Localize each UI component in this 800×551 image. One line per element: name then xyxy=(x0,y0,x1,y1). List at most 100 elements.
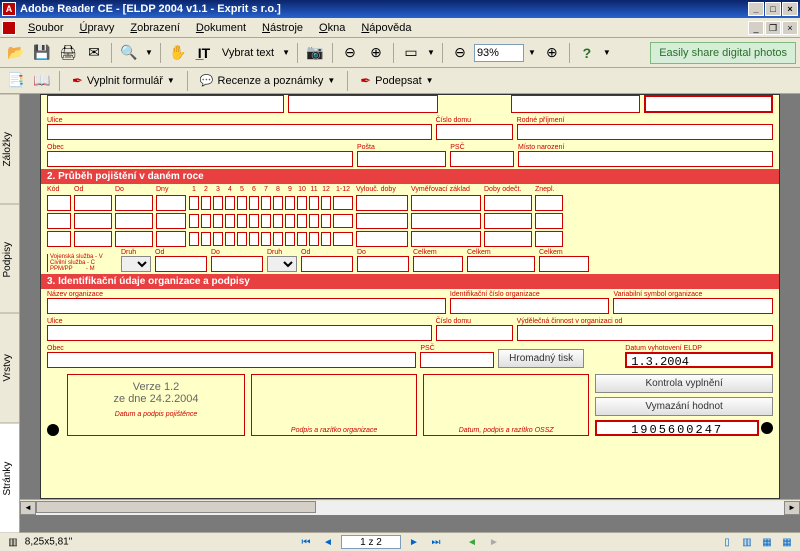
tab-podpisy[interactable]: Podpisy xyxy=(0,204,19,314)
back-button[interactable]: ◄ xyxy=(463,534,481,550)
label-druh2: Druh xyxy=(267,249,297,256)
dot-icon-left xyxy=(47,424,59,436)
label-do3: Do xyxy=(357,249,409,256)
hromadny-tisk-button[interactable]: Hromadný tisk xyxy=(498,349,584,368)
hand-tool-button[interactable]: ✋ xyxy=(166,41,190,65)
section2-header: 2. Průběh pojištění v daném roce xyxy=(41,169,779,184)
tab-vrstvy[interactable]: Vrstvy xyxy=(0,313,19,423)
page-view-button[interactable]: ▭ xyxy=(399,41,423,65)
mail-button[interactable]: ✉ xyxy=(82,41,106,65)
zoom-dropdown[interactable]: ▼ xyxy=(526,48,538,57)
content-area: Záložky Podpisy Vrstvy Stránky Ulice Čís… xyxy=(0,94,800,532)
form-page: Ulice Číslo domu Rodné příjmení Obec Poš… xyxy=(40,94,780,499)
maximize-button[interactable]: □ xyxy=(765,2,781,16)
promo-link[interactable]: Easily share digital photos xyxy=(650,42,796,64)
tab-zalozky[interactable]: Záložky xyxy=(0,94,19,204)
label-podpis-pojist: Datum a podpis pojištěnce xyxy=(74,411,238,418)
legend-text: Vojenská služba - V Civilní služba - C P… xyxy=(47,254,117,272)
menu-okna[interactable]: Okna xyxy=(311,20,353,36)
select-dropdown[interactable]: ▼ xyxy=(280,48,292,57)
tab-stranky[interactable]: Stránky xyxy=(0,423,19,533)
search-button[interactable]: 🔍 xyxy=(117,41,141,65)
menu-upravy[interactable]: Úpravy xyxy=(71,20,122,36)
menu-nastroje[interactable]: Nástroje xyxy=(254,20,311,36)
label-nazev: Název organizace xyxy=(47,291,446,298)
label-cislo3: Číslo domu xyxy=(436,318,513,325)
label-celkem3: Celkem xyxy=(539,249,589,256)
label-od2: Od xyxy=(155,249,207,256)
druh-select-1[interactable] xyxy=(121,256,151,272)
close-button[interactable]: × xyxy=(782,2,798,16)
label-vylouc: Vylouč. doby xyxy=(356,186,408,193)
menu-soubor[interactable]: Soubor xyxy=(20,20,71,36)
label-cislo-domu: Číslo domu xyxy=(436,117,513,124)
vymazani-button[interactable]: Vymazání hodnot xyxy=(595,397,773,416)
status-bar: ▥ 8,25x5,81" ⏮ ◄ ► ⏭ ◄ ► ▯ ▥ ▦ ▦ xyxy=(0,532,800,551)
label-od3: Od xyxy=(301,249,353,256)
label-datum-vyhotoveni: Datum vyhotovení ELDP xyxy=(625,345,773,352)
minimize-button[interactable]: _ xyxy=(748,2,764,16)
mdi-close-button[interactable]: × xyxy=(782,21,798,35)
last-page-button[interactable]: ⏭ xyxy=(427,534,445,550)
menu-dokument[interactable]: Dokument xyxy=(188,20,254,36)
main-toolbar: 📂 💾 🖨 ✉ 🔍 ▼ ✋ I̲T Vybrat text ▼ 📷 ⊖ ⊕ ▭ … xyxy=(0,38,800,68)
zoom-plus-button[interactable]: ⊕ xyxy=(540,41,564,65)
label-celkem2: Celkem xyxy=(467,249,535,256)
print-button[interactable]: 🖨 xyxy=(56,41,80,65)
continuous-facing-button[interactable]: ▦ xyxy=(778,534,796,550)
zoom-in-button[interactable]: ⊕ xyxy=(364,41,388,65)
facing-button[interactable]: ▦ xyxy=(758,534,776,550)
fill-form-button[interactable]: ✒Vyplnit formulář▼ xyxy=(65,71,182,91)
menu-bar: Soubor Úpravy Zobrazení Dokument Nástroj… xyxy=(0,18,800,38)
text-select-button[interactable]: I̲T xyxy=(192,41,216,65)
label-kod: Kód xyxy=(47,186,71,193)
reviews-button[interactable]: 💬Recenze a poznámky▼ xyxy=(193,71,342,91)
scroll-thumb[interactable] xyxy=(36,501,316,513)
bookmark-button[interactable]: 📑 xyxy=(4,69,28,93)
verze-line2: ze dne 24.2.2004 xyxy=(74,393,238,405)
kontrola-button[interactable]: Kontrola vyplnění xyxy=(595,374,773,393)
horizontal-scrollbar[interactable]: ◄ ► xyxy=(20,499,800,515)
scroll-left-button[interactable]: ◄ xyxy=(20,501,36,515)
zoom-out-button[interactable]: ⊖ xyxy=(338,41,362,65)
label-obec3: Obec xyxy=(47,345,416,352)
label-misto-narozeni: Místo narození xyxy=(518,144,773,151)
side-tabs: Záložky Podpisy Vrstvy Stránky xyxy=(0,94,20,532)
zoom-input[interactable] xyxy=(474,44,524,62)
window-title: Adobe Reader CE - [ELDP 2004 v1.1 - Expr… xyxy=(20,3,747,15)
ebook-button[interactable]: 📖 xyxy=(30,69,54,93)
open-button[interactable]: 📂 xyxy=(4,41,28,65)
forward-button[interactable]: ► xyxy=(485,534,503,550)
prev-page-button[interactable]: ◄ xyxy=(319,534,337,550)
datum-value[interactable]: 1.3.2004 xyxy=(625,352,773,368)
page-dropdown[interactable]: ▼ xyxy=(425,48,437,57)
zoom-minus-button[interactable]: ⊖ xyxy=(448,41,472,65)
search-dropdown[interactable]: ▼ xyxy=(143,48,155,57)
document-area[interactable]: Ulice Číslo domu Rodné příjmení Obec Poš… xyxy=(20,94,800,532)
first-page-button[interactable]: ⏮ xyxy=(297,534,315,550)
scroll-right-button[interactable]: ► xyxy=(784,501,800,515)
continuous-button[interactable]: ▥ xyxy=(738,534,756,550)
title-bar: A Adobe Reader CE - [ELDP 2004 v1.1 - Ex… xyxy=(0,0,800,18)
menu-zobrazeni[interactable]: Zobrazení xyxy=(122,20,188,36)
secondary-toolbar: 📑 📖 ✒Vyplnit formulář▼ 💬Recenze a poznám… xyxy=(0,68,800,94)
mdi-minimize-button[interactable]: _ xyxy=(748,21,764,35)
label-druh1: Druh xyxy=(121,249,151,256)
next-page-button[interactable]: ► xyxy=(405,534,423,550)
label-rodne-prijmeni: Rodné příjmení xyxy=(517,117,773,124)
label-podpis-org: Podpis a razítko organizace xyxy=(252,427,416,434)
help-button[interactable]: ? xyxy=(575,41,599,65)
mdi-restore-button[interactable]: ❐ xyxy=(765,21,781,35)
druh-select-2[interactable] xyxy=(267,256,297,272)
label-ulice: Ulice xyxy=(47,117,432,124)
label-posta: Pošta xyxy=(357,144,446,151)
save-button[interactable]: 💾 xyxy=(30,41,54,65)
menu-napoveda[interactable]: Nápověda xyxy=(353,20,419,36)
page-number-input[interactable] xyxy=(341,535,401,549)
snapshot-button[interactable]: 📷 xyxy=(303,41,327,65)
sign-button[interactable]: ✒Podepsat▼ xyxy=(353,71,440,91)
help-dropdown[interactable]: ▼ xyxy=(601,48,613,57)
page-dimensions: 8,25x5,81" xyxy=(25,537,72,548)
single-page-button[interactable]: ▯ xyxy=(718,534,736,550)
page-layout-button[interactable]: ▥ xyxy=(4,534,22,550)
